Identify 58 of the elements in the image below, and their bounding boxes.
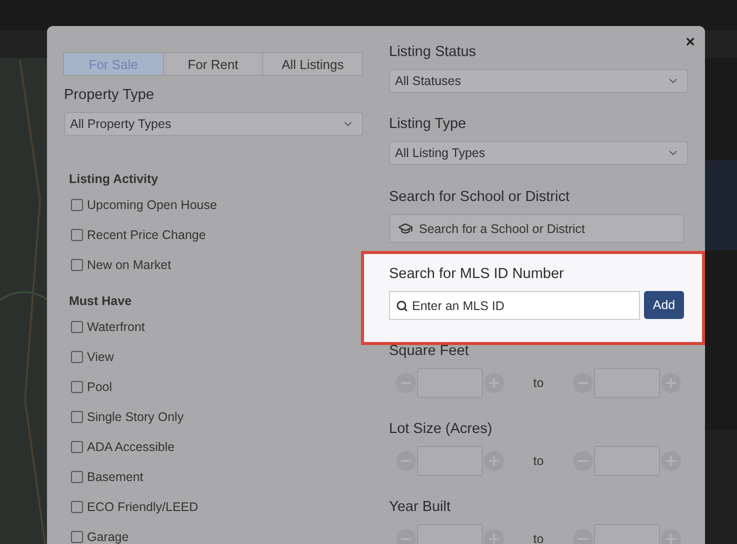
mls-search-field[interactable]: Enter an MLS ID [389, 291, 640, 320]
checkbox-label: Pool [87, 380, 112, 394]
plus-icon[interactable] [661, 373, 681, 393]
add-button[interactable]: Add [644, 291, 684, 319]
plus-icon[interactable] [484, 373, 504, 393]
section-heading: Listing Status [389, 43, 478, 61]
section-heading: Search for MLS ID Number [389, 265, 565, 283]
checkbox-label: Waterfront [87, 320, 145, 334]
checkbox[interactable] [71, 259, 83, 271]
checkbox-label: New on Market [87, 258, 172, 272]
listing-status-select[interactable]: All Statuses [389, 69, 688, 93]
minus-icon[interactable] [573, 373, 593, 393]
checkbox-label: View [87, 350, 114, 364]
section-heading: Listing Type [389, 115, 468, 133]
checkbox[interactable] [71, 381, 83, 393]
range-separator: to [532, 454, 545, 468]
minus-icon[interactable] [396, 373, 416, 393]
plus-icon[interactable] [484, 451, 504, 471]
checkbox-label: ADA Accessible [87, 440, 175, 454]
graduation-cap-icon [398, 221, 413, 236]
checkbox-label: Upcoming Open House [87, 198, 217, 212]
checkbox[interactable] [71, 229, 83, 241]
close-button[interactable]: × [686, 35, 695, 51]
group-heading: Listing Activity [69, 172, 160, 186]
school-search-field[interactable]: Search for a School or District [389, 214, 684, 243]
minus-icon[interactable] [396, 451, 416, 471]
checkbox[interactable] [71, 441, 83, 453]
minus-icon[interactable] [573, 451, 593, 471]
section-heading: Year Built [389, 498, 452, 516]
listing-tab[interactable]: For Rent [162, 52, 264, 76]
section-heading: Square Feet [389, 342, 470, 360]
checkbox[interactable] [71, 411, 83, 423]
checkbox-label: Garage [87, 530, 129, 544]
range-separator: to [532, 376, 545, 390]
checkbox[interactable] [71, 501, 83, 513]
search-icon [396, 300, 408, 312]
section-heading: Search for School or District [389, 188, 571, 206]
minus-icon[interactable] [573, 529, 593, 544]
checkbox[interactable] [71, 531, 83, 543]
listing-tab[interactable]: All Listings [262, 52, 364, 76]
listing-type-select[interactable]: All Listing Types [389, 141, 688, 165]
checkbox[interactable] [71, 351, 83, 363]
checkbox-label: ECO Friendly/LEED [87, 500, 198, 514]
checkbox-label: Recent Price Change [87, 228, 206, 242]
checkbox-label: Single Story Only [87, 410, 184, 424]
plus-icon[interactable] [661, 529, 681, 544]
plus-icon[interactable] [661, 451, 681, 471]
checkbox[interactable] [71, 471, 83, 483]
range-separator: to [532, 532, 545, 544]
checkbox-label: Basement [87, 470, 144, 484]
group-heading: Must Have [69, 294, 133, 308]
property-type-select[interactable]: All Property Types [64, 112, 363, 136]
plus-icon[interactable] [484, 529, 504, 544]
section-heading: Lot Size (Acres) [389, 420, 494, 438]
checkbox[interactable] [71, 321, 83, 333]
section-heading: Property Type [64, 86, 156, 104]
minus-icon[interactable] [396, 529, 416, 544]
checkbox[interactable] [71, 199, 83, 211]
